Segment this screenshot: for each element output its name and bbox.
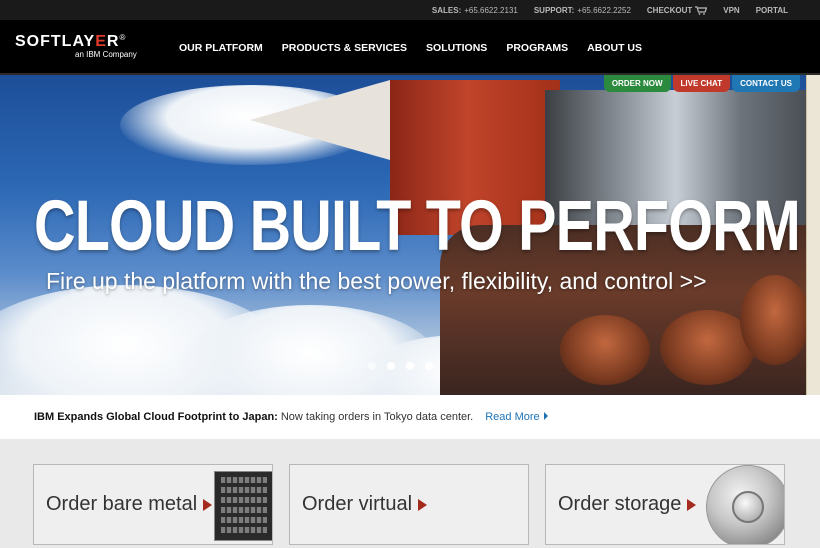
news-bar: IBM Expands Global Cloud Footprint to Ja… [0, 395, 820, 439]
slide-dot-2[interactable] [387, 362, 395, 370]
main-header: SOFTLAYER® an IBM Company OUR PLATFORM P… [0, 20, 820, 75]
triangle-right-icon [687, 498, 697, 511]
read-more-link[interactable]: Read More [485, 411, 548, 423]
card-text: Order bare metal [46, 493, 198, 515]
utility-links: SALES: +65.6622.2131 SUPPORT: +65.6622.2… [432, 0, 820, 20]
slide-dot-1[interactable] [368, 362, 376, 370]
support-number: +65.6622.2252 [577, 5, 631, 15]
utility-bar: SALES: +65.6622.2131 SUPPORT: +65.6622.2… [0, 0, 820, 20]
main-nav: OUR PLATFORM PRODUCTS & SERVICES SOLUTIO… [179, 42, 661, 54]
card-label: Order virtual [302, 493, 428, 516]
nav-products-services[interactable]: PRODUCTS & SERVICES [282, 42, 407, 54]
checkout-link[interactable]: CHECKOUT [646, 5, 708, 15]
triangle-right-icon [203, 498, 213, 511]
order-now-tab[interactable]: ORDER NOW [603, 75, 671, 92]
sales-number: +65.6622.2131 [464, 5, 518, 15]
card-text: Order virtual [302, 493, 413, 515]
news-headline: IBM Expands Global Cloud Footprint to Ja… [34, 411, 278, 423]
card-label: Order storage [558, 493, 697, 516]
order-cards: Order bare metal Order virtual Order sto… [0, 439, 820, 548]
rocket-nose-cone [250, 80, 390, 160]
checkout-label: CHECKOUT [646, 5, 693, 15]
server-rack-icon [214, 471, 272, 541]
rocket-nozzle [740, 275, 806, 365]
news-body: Now taking orders in Tokyo data center. [280, 411, 474, 423]
sales-label: SALES: [431, 5, 462, 15]
card-label: Order bare metal [46, 493, 213, 516]
vpn-label: VPN [723, 5, 740, 15]
logo-accent: E [95, 33, 107, 50]
contact-us-tab[interactable]: CONTACT US [732, 75, 800, 92]
order-bare-metal-card[interactable]: Order bare metal [33, 464, 273, 545]
nav-our-platform[interactable]: OUR PLATFORM [179, 42, 263, 54]
live-chat-tab[interactable]: LIVE CHAT [672, 75, 731, 92]
slide-dot-3[interactable] [406, 362, 414, 370]
cart-icon [695, 6, 708, 15]
hero-title: CLOUD BUILT TO PERFORM [34, 187, 801, 266]
hero-banner[interactable]: CLOUD BUILT TO PERFORM Fire up the platf… [0, 75, 806, 395]
triangle-right-icon [418, 498, 428, 511]
hero-subtitle[interactable]: Fire up the platform with the best power… [46, 268, 707, 295]
vpn-link[interactable]: VPN [723, 6, 739, 15]
order-storage-card[interactable]: Order storage [545, 464, 785, 545]
logo-wordmark: SOFTLAYER® [15, 33, 137, 51]
nav-about-us[interactable]: ABOUT US [587, 42, 642, 54]
nav-programs[interactable]: PROGRAMS [506, 42, 568, 54]
read-more-label: Read More [485, 411, 540, 423]
nav-solutions[interactable]: SOLUTIONS [426, 42, 487, 54]
portal-link[interactable]: PORTAL [756, 6, 788, 15]
arrow-right-icon [543, 412, 548, 420]
slide-dot-4[interactable] [425, 362, 433, 370]
softlayer-logo[interactable]: SOFTLAYER® an IBM Company [15, 33, 137, 59]
order-virtual-card[interactable]: Order virtual [289, 464, 529, 545]
logo-suffix: R [106, 33, 120, 50]
portal-label: PORTAL [755, 5, 788, 15]
card-text: Order storage [558, 493, 682, 515]
sales-phone[interactable]: SALES: +65.6622.2131 [432, 6, 518, 15]
hero-tabs: ORDER NOW LIVE CHAT CONTACT US [603, 75, 800, 92]
support-phone[interactable]: SUPPORT: +65.6622.2252 [534, 6, 631, 15]
logo-tagline: an IBM Company [75, 50, 137, 59]
rocket-nozzle [560, 315, 650, 385]
slide-indicators [368, 362, 433, 370]
logo-prefix: SOFTLAY [15, 33, 96, 50]
page-side-strip [806, 75, 820, 395]
vault-icon [706, 465, 784, 544]
support-label: SUPPORT: [533, 5, 575, 15]
vault-dial [732, 491, 764, 523]
logo-trademark: ® [119, 33, 127, 42]
